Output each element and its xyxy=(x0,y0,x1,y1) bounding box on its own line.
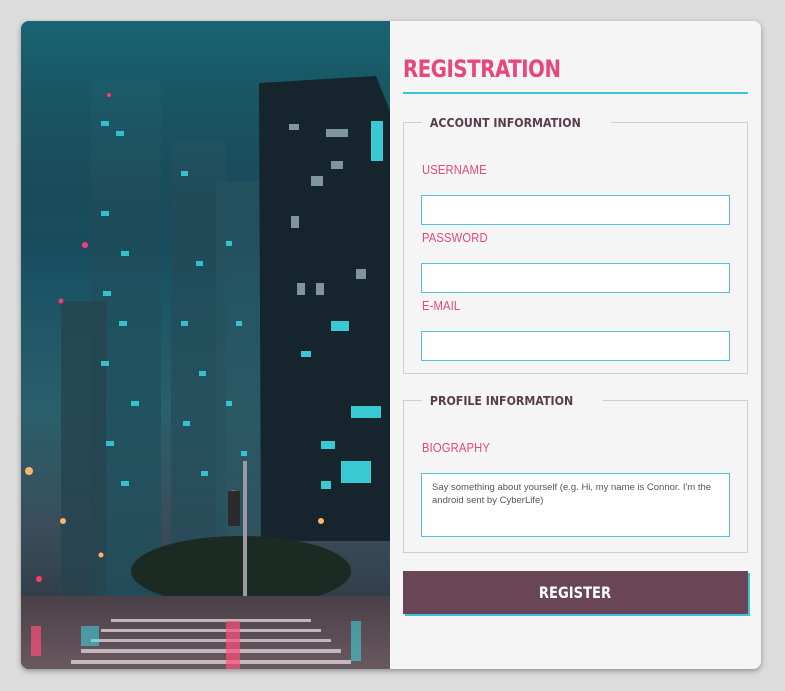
email-input[interactable] xyxy=(421,331,730,361)
hero-city-image xyxy=(21,21,390,669)
email-label: E-MAIL xyxy=(422,298,461,313)
registration-card: REGISTRATION ACCOUNT INFORMATION USERNAM… xyxy=(21,21,761,669)
register-button-label: REGISTER xyxy=(539,583,612,602)
profile-information-legend: PROFILE INFORMATION xyxy=(429,393,574,408)
biography-label: BIOGRAPHY xyxy=(422,440,491,455)
account-information-section: ACCOUNT INFORMATION USERNAME PASSWORD E-… xyxy=(403,115,748,374)
trees xyxy=(131,536,351,606)
profile-information-section: PROFILE INFORMATION BIOGRAPHY xyxy=(403,393,748,553)
title-underline xyxy=(403,92,748,94)
password-label: PASSWORD xyxy=(422,230,488,245)
wet-street xyxy=(21,596,390,669)
lamp-pole xyxy=(243,461,247,596)
account-information-legend: ACCOUNT INFORMATION xyxy=(429,115,581,130)
username-input[interactable] xyxy=(421,195,730,225)
registration-form: REGISTRATION ACCOUNT INFORMATION USERNAM… xyxy=(390,21,761,669)
form-title: REGISTRATION xyxy=(403,55,561,83)
username-label: USERNAME xyxy=(422,162,487,177)
city-illustration xyxy=(21,21,390,669)
password-input[interactable] xyxy=(421,263,730,293)
traffic-light xyxy=(228,491,240,526)
register-button[interactable]: REGISTER xyxy=(403,571,748,614)
biography-textarea[interactable] xyxy=(421,473,730,537)
